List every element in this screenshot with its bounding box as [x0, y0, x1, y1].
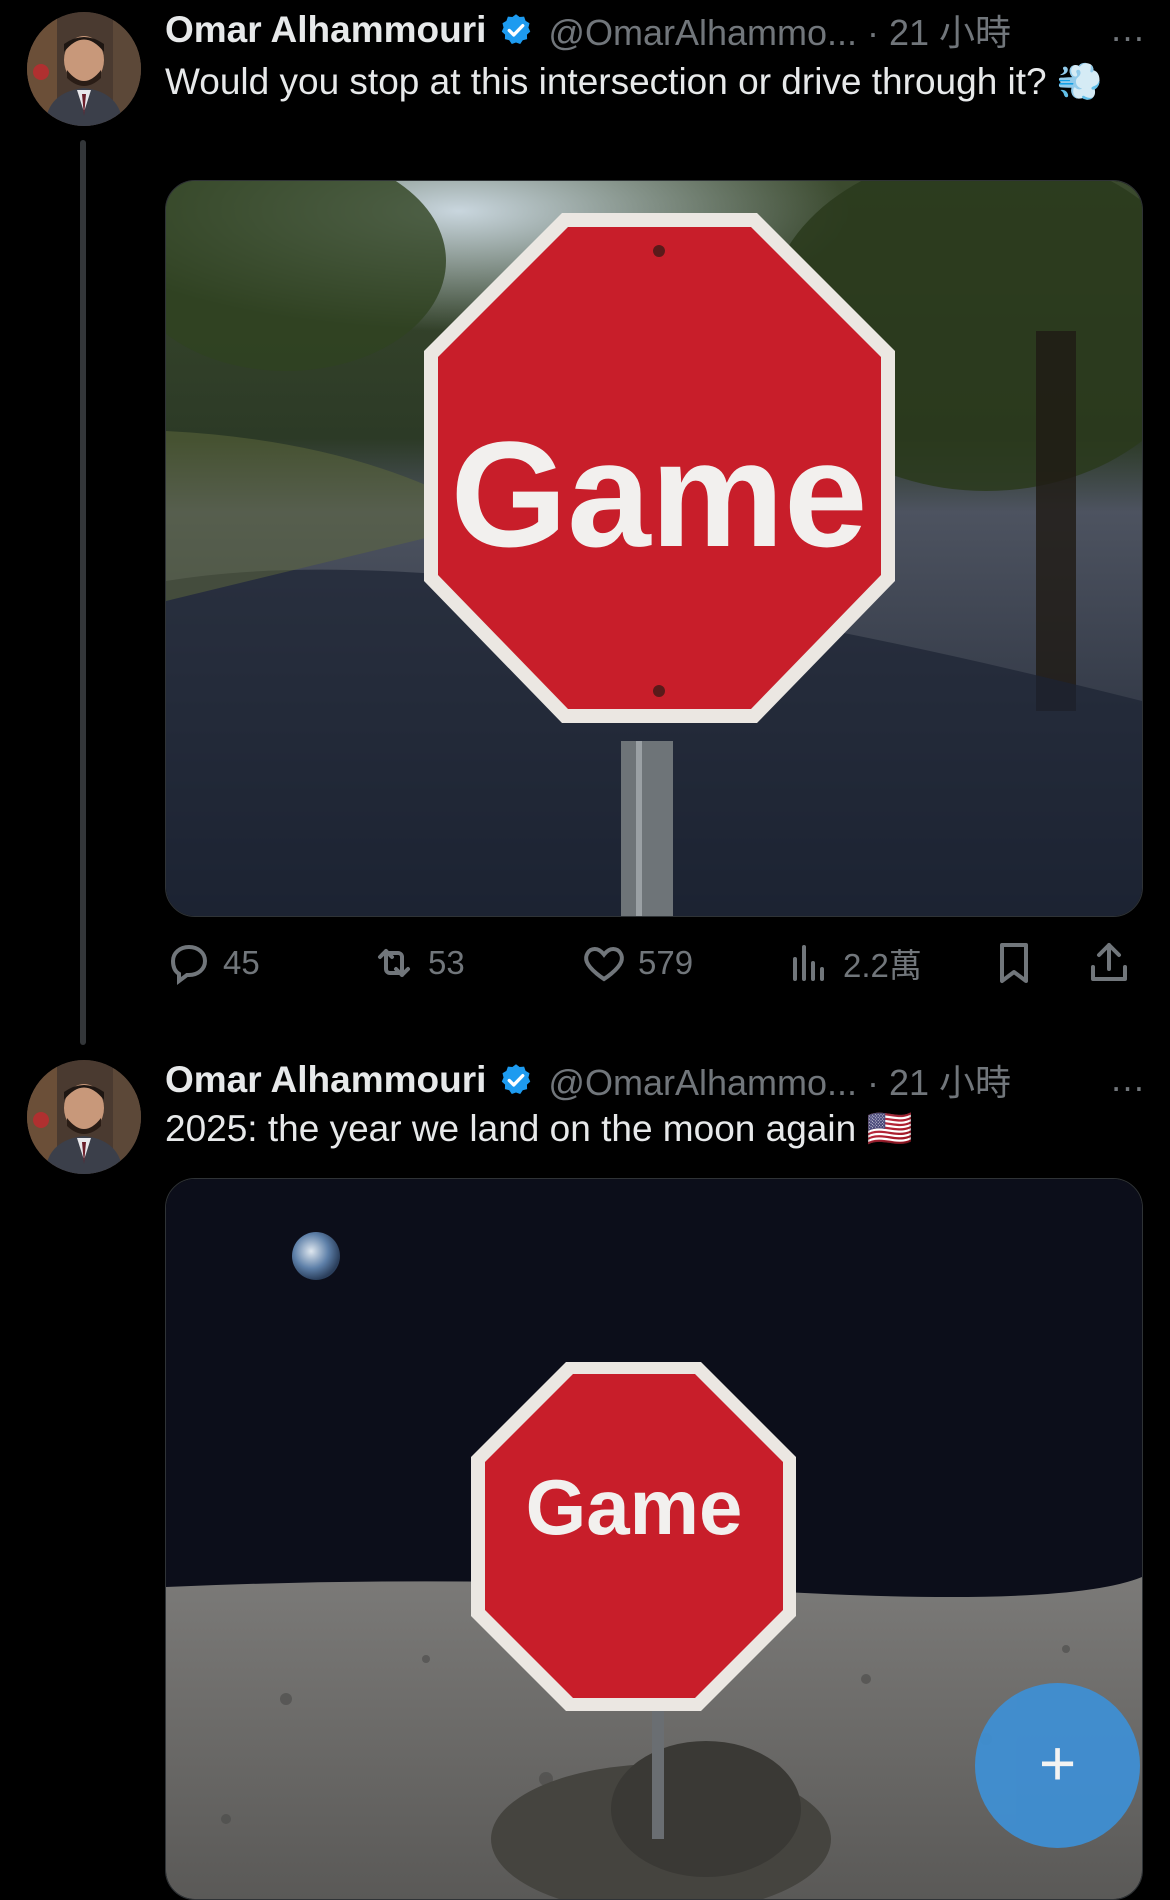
- sign-text: Game: [526, 1463, 743, 1551]
- thread-line: [80, 140, 86, 1045]
- tweet-header: Omar Alhammouri @OmarAlhammo... · 21 小時: [165, 0, 1145, 60]
- plus-icon: +: [1038, 1726, 1077, 1799]
- repost-icon: [378, 948, 410, 977]
- tweet-1[interactable]: Omar Alhammouri @OmarAlhammo... · 21 小時 …: [0, 0, 1170, 1045]
- reply-count: 45: [223, 943, 260, 981]
- sign-text: Game: [451, 410, 868, 578]
- bookmark-button[interactable]: [990, 935, 1038, 990]
- heart-icon: [584, 946, 624, 981]
- repost-count: 53: [428, 943, 465, 981]
- author-name[interactable]: Omar Alhammouri: [165, 1059, 486, 1101]
- reply-icon: [170, 944, 208, 985]
- compose-fab-button[interactable]: +: [975, 1683, 1140, 1848]
- share-icon: [1091, 942, 1127, 981]
- bookmark-icon: [1000, 942, 1028, 983]
- repost-button[interactable]: 53: [370, 935, 465, 990]
- like-count: 579: [638, 943, 694, 981]
- view-count: 2.2萬: [843, 946, 922, 984]
- author-name[interactable]: Omar Alhammouri: [165, 9, 486, 51]
- verified-badge-icon: [498, 1062, 534, 1098]
- tweet-header: Omar Alhammouri @OmarAlhammo... · 21 小時: [165, 1050, 1145, 1110]
- reply-button[interactable]: 45: [165, 935, 260, 990]
- handle-and-time[interactable]: @OmarAlhammo... · 21 小時: [548, 4, 1011, 56]
- avatar[interactable]: [27, 12, 141, 126]
- views-button[interactable]: 2.2萬: [785, 935, 922, 990]
- tweet-text: Would you stop at this intersection or d…: [165, 61, 1103, 102]
- tweet-actions: 45 53 579 2.2萬: [165, 935, 1140, 990]
- avatar[interactable]: [27, 1060, 141, 1174]
- tweet-text: 2025: the year we land on the moon again…: [165, 1108, 913, 1149]
- views-chart-icon: [793, 944, 824, 981]
- more-options-icon[interactable]: …: [1104, 8, 1152, 50]
- handle-and-time[interactable]: @OmarAlhammo... · 21 小時: [548, 1054, 1011, 1106]
- verified-badge-icon: [498, 12, 534, 48]
- like-button[interactable]: 579: [580, 935, 693, 990]
- share-button[interactable]: [1085, 935, 1133, 990]
- tweet-media-stop-sign-road[interactable]: Game: [165, 180, 1143, 917]
- more-options-icon[interactable]: …: [1104, 1058, 1152, 1100]
